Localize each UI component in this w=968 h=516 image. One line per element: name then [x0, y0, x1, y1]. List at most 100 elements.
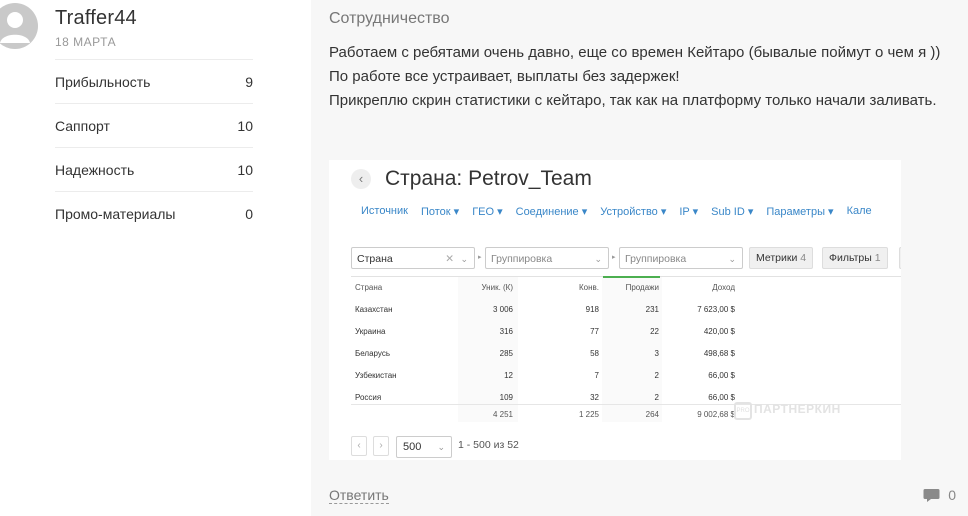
- table-cell: 285: [499, 349, 513, 358]
- metrics-button: Метрики 4: [749, 247, 814, 269]
- rating-row: Саппорт 10: [55, 103, 253, 147]
- table-cell: 66,00 $: [708, 371, 735, 380]
- chevron-down-icon: ⌄: [437, 442, 445, 452]
- table-row: Узбекистан 12 7 2 66,00 $: [351, 366, 901, 386]
- pagination-info: 1 - 500 из 52: [458, 439, 519, 451]
- table-cell: Казахстан: [355, 305, 393, 314]
- ratings-list: Прибыльность 9 Саппорт 10 Надежность 10 …: [55, 59, 253, 235]
- comment-count: 0: [948, 487, 956, 503]
- review-date: 18 МАРТА: [55, 35, 117, 49]
- table-cell: 7: [594, 371, 599, 380]
- column-header: Конв.: [579, 283, 599, 292]
- column-header: Доход: [712, 283, 735, 292]
- table-row: Украина 316 77 22 420,00 $: [351, 322, 901, 342]
- arrow-right-icon: ▸: [478, 254, 482, 261]
- table-cell: 7 623,00 $: [697, 305, 735, 314]
- rating-value: 10: [237, 117, 253, 134]
- table-cell: 3 006: [492, 305, 513, 314]
- back-arrow-icon: ‹: [351, 169, 371, 189]
- avatar-icon: [0, 3, 38, 49]
- page-size-select: 500 ⌄: [396, 436, 452, 458]
- comment-icon: [923, 488, 940, 502]
- arrow-right-icon: ▸: [612, 254, 616, 261]
- watermark-text: ПАРТНЕРКИН: [754, 402, 841, 416]
- table-header: Страна Уник. (К) Конв. Продажи Доход: [351, 278, 901, 298]
- table-cell: 2: [654, 371, 659, 380]
- table-cell: Беларусь: [355, 349, 390, 358]
- table-cell: Узбекистан: [355, 371, 397, 380]
- table-cell: 22: [650, 327, 659, 336]
- table-cell: 420,00 $: [703, 327, 735, 336]
- reply-link[interactable]: Ответить: [329, 487, 389, 504]
- grouping-select: Группировка ⌄: [485, 247, 609, 269]
- table-row: Беларусь 285 58 3 498,68 $: [351, 344, 901, 364]
- stats-nav-item: Sub ID ▾: [711, 206, 754, 218]
- grouping-placeholder: Группировка: [625, 253, 687, 265]
- table-cell: Украина: [355, 327, 386, 336]
- country-select: Страна ✕ ⌄: [351, 247, 475, 269]
- grouping-placeholder: Группировка: [491, 253, 553, 265]
- stats-nav-item: Соединение ▾: [515, 206, 588, 218]
- rating-label: Прибыльность: [55, 73, 151, 90]
- clear-icon: ✕: [445, 253, 454, 265]
- table-cell: 77: [590, 327, 599, 336]
- rating-label: Промо-материалы: [55, 205, 176, 222]
- grouping-select: Группировка ⌄: [619, 247, 743, 269]
- rating-label: Надежность: [55, 161, 135, 178]
- chevron-down-icon: ⌄: [460, 254, 468, 264]
- page-size-value: 500: [403, 441, 422, 453]
- table-row: Казахстан 3 006 918 231 7 623,00 $: [351, 300, 901, 320]
- reviewer-panel: Traffer44 18 МАРТА Прибыльность 9 Саппор…: [0, 0, 310, 516]
- chevron-down-icon: ⌄: [728, 254, 736, 264]
- stats-title: Страна: Petrov_Team: [385, 167, 592, 190]
- rating-row: Надежность 10: [55, 147, 253, 191]
- review-text: Работаем с ребятами очень давно, еще со …: [329, 41, 954, 113]
- chevron-down-icon: ⌄: [594, 254, 602, 264]
- metrics-label: Метрики: [756, 252, 798, 264]
- table-cell: 58: [590, 349, 599, 358]
- review-panel: Сотрудничество Работаем с ребятами очень…: [311, 0, 968, 516]
- filters-button: Фильтры 1: [822, 247, 888, 269]
- column-header: Страна: [355, 283, 383, 292]
- more-button: [899, 247, 901, 269]
- metrics-count: 4: [800, 252, 807, 264]
- table-cell: 231: [645, 305, 659, 314]
- total-cell: 1 225: [578, 410, 599, 419]
- total-cell: 9 002,68 $: [697, 410, 735, 419]
- stats-nav-item: ГЕО ▾: [472, 206, 503, 218]
- stats-nav-item: IP ▾: [679, 206, 699, 218]
- column-header: Уник. (К): [481, 283, 513, 292]
- column-header: Продажи: [625, 283, 659, 292]
- table-cell: 498,68 $: [703, 349, 735, 358]
- table-cell: 3: [654, 349, 659, 358]
- filters-count: 1: [874, 252, 881, 264]
- stats-nav-item: Поток ▾: [420, 206, 460, 218]
- stats-nav-item: Параметры ▾: [766, 206, 834, 218]
- rating-label: Саппорт: [55, 117, 110, 134]
- review-paragraph: По работе все устраивает, выплаты без за…: [329, 68, 680, 85]
- stats-nav: Источник Поток ▾ ГЕО ▾ Соединение ▾ Устр…: [361, 205, 885, 218]
- prev-page-button: ‹: [351, 436, 367, 456]
- review-paragraph: Прикреплю скрин статистики с кейтаро, та…: [329, 92, 937, 109]
- reviewer-name[interactable]: Traffer44: [55, 7, 137, 30]
- watermark-logo: PRO: [734, 402, 752, 420]
- rating-row: Промо-материалы 0: [55, 191, 253, 235]
- rating-row: Прибыльность 9: [55, 59, 253, 103]
- rating-value: 9: [245, 73, 253, 90]
- country-select-value: Страна: [357, 253, 393, 265]
- table-cell: 316: [499, 327, 513, 336]
- table-cell: 12: [504, 371, 513, 380]
- comments-counter[interactable]: 0: [923, 487, 956, 503]
- stats-nav-item: Кале: [846, 205, 872, 217]
- review-title: Сотрудничество: [329, 10, 450, 27]
- stats-nav-item: Источник: [361, 205, 408, 217]
- filters-label: Фильтры: [829, 252, 872, 264]
- total-cell: 4 251: [492, 410, 513, 419]
- table-cell: 918: [585, 305, 599, 314]
- review-paragraph: Работаем с ребятами очень давно, еще со …: [329, 44, 941, 61]
- rating-value: 10: [237, 161, 253, 178]
- total-cell: 264: [645, 410, 659, 419]
- stats-screenshot[interactable]: ‹ Страна: Petrov_Team Источник Поток ▾ Г…: [329, 160, 901, 460]
- next-page-button: ›: [373, 436, 389, 456]
- stats-nav-item: Устройство ▾: [600, 206, 667, 218]
